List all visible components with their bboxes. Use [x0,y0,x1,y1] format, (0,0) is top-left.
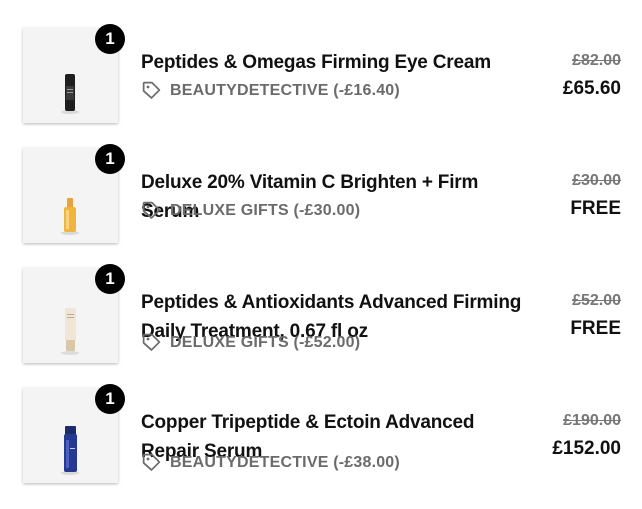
promo-line: BEAUTYDETECTIVE (-£38.00) [141,452,400,473]
cart-item: 1 Copper Tripeptide & Ectoin Advanced Re… [0,384,642,494]
cart-item: 1 Peptides & Antioxidants Advanced Firmi… [0,264,642,374]
quantity-badge: 1 [95,264,125,294]
original-price: £30.00 [572,172,621,189]
promo-code-label: DELUXE GIFTS (-£52.00) [170,333,361,351]
promo-code-label: BEAUTYDETECTIVE (-£16.40) [170,81,400,99]
promo-code-label: BEAUTYDETECTIVE (-£38.00) [170,453,400,471]
original-price: £190.00 [563,412,621,429]
quantity-badge: 1 [95,144,125,174]
product-name[interactable]: Peptides & Omegas Firming Eye Cream [141,48,536,77]
original-price: £52.00 [572,292,621,309]
quantity-badge: 1 [95,384,125,414]
original-price: £82.00 [572,52,621,69]
promo-line: DELUXE GIFTS (-£52.00) [141,332,360,353]
cart-item: 1 Deluxe 20% Vitamin C Brighten + Firm S… [0,144,642,254]
final-price: £152.00 [552,438,621,459]
final-price: FREE [570,318,621,339]
promo-line: BEAUTYDETECTIVE (-£16.40) [141,80,400,101]
final-price: £65.60 [562,78,621,99]
tag-icon [142,201,161,219]
tag-icon [142,453,161,471]
tag-icon [142,81,161,99]
promo-line: DELUXE GIFTS (-£30.00) [141,200,360,221]
final-price: FREE [570,198,621,219]
cart-item: 1 Peptides & Omegas Firming Eye Cream BE… [0,24,642,134]
quantity-badge: 1 [95,24,125,54]
tag-icon [142,333,161,351]
promo-code-label: DELUXE GIFTS (-£30.00) [170,201,361,219]
